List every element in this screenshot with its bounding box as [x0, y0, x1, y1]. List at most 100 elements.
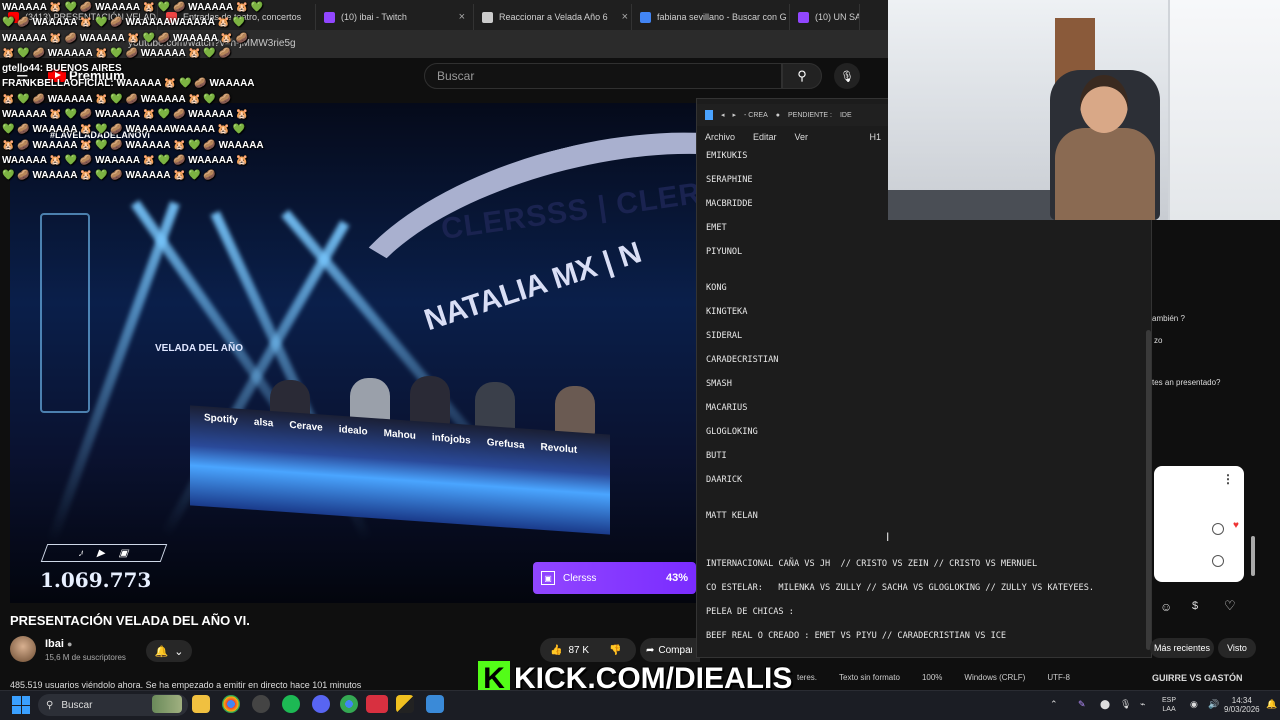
browser-tab[interactable]: (10) ibai - Twitch × — [316, 4, 474, 30]
network-icon[interactable]: ◉ — [1190, 700, 1198, 709]
notepad-tab-3[interactable]: IDE — [840, 112, 852, 119]
warning-app-icon[interactable] — [396, 695, 414, 713]
side-text-3: tes an presentado? — [1152, 378, 1221, 387]
menu-ver[interactable]: Ver — [795, 132, 809, 142]
notepad-line — [706, 318, 1146, 330]
channel-name-text: Ibai — [45, 638, 64, 650]
presenter-5 — [555, 386, 595, 436]
heading-dropdown[interactable]: H1 — [869, 132, 881, 142]
voice-search-button[interactable]: 🎙 — [834, 63, 860, 89]
clock[interactable]: 14:34 9/03/2026 — [1224, 696, 1260, 714]
language-indicator[interactable]: ESP LAA — [1162, 696, 1176, 714]
close-icon[interactable]: × — [451, 11, 465, 23]
spotify-icon[interactable] — [282, 695, 300, 713]
browser-tab[interactable]: (10) UN SALU — [790, 4, 860, 30]
discord-icon[interactable] — [312, 695, 330, 713]
search-icon: ⚲ — [797, 68, 807, 83]
radio-option-2[interactable] — [1212, 555, 1224, 567]
notepad-line — [706, 462, 1146, 474]
notepad-line — [706, 342, 1146, 354]
notepad-line: SMASH — [706, 379, 732, 389]
side-text-1: ambién ? — [1152, 314, 1185, 323]
widget-icon[interactable] — [152, 695, 182, 713]
chat-message: WAAAAA 🐹 🥔 WAAAAA 🐹 💚 🥔 WAAAAA 🐹 🥔 — [2, 32, 249, 44]
browser-tab[interactable]: Reaccionar a Velada Año 6 × — [474, 4, 632, 30]
viewer-count: 1.069.773 — [40, 568, 152, 592]
browser-tab-label: fabiana sevillano - Buscar con G — [657, 12, 787, 22]
avatar[interactable] — [10, 636, 36, 662]
chat-message: WAAAAA 🐹 💚 🥔 WAAAAA 🐹 💚 🥔 WAAAAA 🐹 — [2, 154, 249, 166]
platform-icons: ♪ ▶ ▣ — [40, 544, 168, 562]
notepad-line — [706, 438, 1146, 450]
pen-icon[interactable]: ✎ — [1078, 700, 1086, 709]
menu-editar[interactable]: Editar — [753, 132, 777, 142]
chevron-up-icon[interactable]: ⌃ — [1050, 700, 1058, 709]
notepad-line — [706, 486, 1146, 498]
thumbs-down-icon: 👎 — [609, 644, 622, 656]
sponsor-logo: Mahou — [383, 427, 416, 442]
share-button[interactable]: ➦ Compartir — [640, 638, 700, 662]
windows-start-icon[interactable] — [12, 696, 30, 714]
github-icon[interactable] — [252, 695, 270, 713]
side-scrollbar[interactable] — [1251, 536, 1255, 576]
chat-message: 💚 🥔 WAAAAA 🐹 💚 🥔 WAAAAAWAAAAA 🐹 💚 — [2, 17, 246, 29]
doc-icon — [482, 11, 493, 23]
watched-chip[interactable]: Visto — [1218, 638, 1256, 658]
more-options-icon[interactable]: ⋮ — [1222, 472, 1234, 486]
notepad-line — [706, 258, 1146, 270]
subscriber-count: 15,6 M de suscriptores — [45, 653, 126, 662]
search-button[interactable]: ⚲ — [782, 63, 822, 89]
twitch-icon: ▣ — [117, 547, 132, 559]
menu-archivo[interactable]: Archivo — [705, 132, 735, 142]
emoji-icon[interactable]: ☺ — [1160, 600, 1172, 614]
twitch-icon: ▣ — [541, 571, 555, 585]
notepad-tab-2[interactable]: PENDIENTE : — [788, 112, 832, 119]
volume-icon[interactable]: 🔊 — [1208, 700, 1219, 709]
sponsor-logo: Revolut — [540, 441, 578, 456]
chat-message: WAAAAA 🐹 💚 🥔 WAAAAA 🐹 💚 🥔 WAAAAA 🐹 — [2, 109, 249, 121]
radio-option-1[interactable] — [1212, 523, 1224, 535]
channel-name[interactable]: Ibai ● — [45, 638, 72, 650]
stage-light-frame — [40, 213, 90, 413]
bell-icon: 🔔 — [154, 645, 169, 658]
status-item: Texto sin formato — [839, 672, 900, 682]
notepad-taskbar-icon[interactable] — [426, 695, 444, 713]
notepad-line: CARADECRISTIAN — [706, 355, 779, 365]
notepad-line — [706, 498, 1146, 510]
like-button[interactable]: 👍 87 K 👎 — [540, 638, 636, 662]
usb-icon[interactable]: ⌁ — [1140, 700, 1145, 709]
search-input[interactable]: Buscar — [424, 63, 782, 89]
notepad-line: EMET — [706, 223, 727, 233]
file-explorer-icon[interactable] — [192, 695, 210, 713]
status-item: Windows (CRLF) — [964, 672, 1026, 682]
google-icon — [640, 11, 651, 23]
tab-arrow-right-icon[interactable]: ▸ — [733, 111, 737, 119]
heart-outline-icon[interactable]: ♡ — [1224, 598, 1236, 614]
close-icon[interactable]: × — [614, 11, 628, 23]
notepad-line — [706, 618, 1146, 630]
notifications-icon[interactable]: 🔔 — [1266, 700, 1277, 709]
chat-message: 💚 🥔 WAAAAA 🐹 💚 🥔 WAAAAA 🐹 💚 🥔 — [2, 170, 216, 182]
notification-button[interactable]: 🔔 ⌄ — [146, 640, 192, 662]
notepad-scrollbar[interactable] — [1146, 330, 1151, 650]
chat-overlay: WAAAAA 🐹 💚 🥔 WAAAAA 🐹 💚 🥔 WAAAAA 🐹 💚 💚 🥔 … — [2, 0, 332, 184]
twitch-icon — [798, 11, 809, 23]
recent-chip[interactable]: Más recientes — [1150, 638, 1214, 658]
notepad-line — [706, 234, 1146, 246]
chrome-alt-icon[interactable] — [340, 695, 358, 713]
notepad-line: DAARICK — [706, 475, 743, 485]
mic-tray-icon[interactable]: 🎙 — [1120, 700, 1131, 709]
notepad-tab-1[interactable]: - CREA — [744, 112, 768, 119]
notepad-line: BUTI — [706, 451, 727, 461]
sponsor-logo: infojobs — [431, 431, 471, 447]
language-code: ESP — [1162, 697, 1177, 704]
obs-icon[interactable] — [366, 695, 388, 713]
tab-arrow-left-icon[interactable]: ◂ — [721, 111, 725, 119]
browser-tab[interactable]: fabiana sevillano - Buscar con G× — [632, 4, 790, 30]
chrome-icon[interactable] — [222, 695, 240, 713]
text-cursor-icon: I — [886, 530, 890, 544]
money-icon[interactable]: $ — [1192, 600, 1198, 612]
tray-app-icon[interactable]: ⬤ — [1100, 700, 1110, 709]
notepad-text-area[interactable]: EMIKUKIS SERAPHINE MACBRIDDE EMET PIYUNOL KON… — [706, 150, 1146, 642]
tiktok-icon: ♪ — [76, 547, 86, 559]
